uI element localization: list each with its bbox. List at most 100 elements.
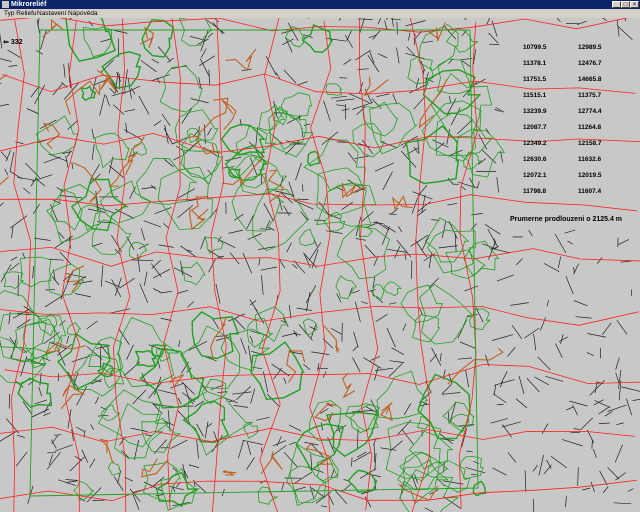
drainage-line <box>159 290 172 294</box>
drainage-line <box>100 264 104 287</box>
drainage-line <box>384 20 388 30</box>
drainage-line <box>54 444 73 452</box>
drainage-line <box>534 376 550 386</box>
drainage-line <box>287 22 299 41</box>
contour-line <box>135 157 198 205</box>
drainage-line <box>153 268 171 279</box>
drainage-line <box>17 176 35 181</box>
drainage-line <box>236 385 252 401</box>
drainage-line <box>194 130 199 136</box>
drainage-line <box>528 229 533 237</box>
contour-line <box>191 311 240 360</box>
drainage-line <box>576 20 587 26</box>
drainage-line <box>67 269 75 283</box>
drainage-line <box>151 58 160 64</box>
result-value-b: 11264.8 <box>578 124 602 131</box>
drainage-line <box>0 82 2 85</box>
drainage-line <box>356 451 367 458</box>
result-value-a: 12630.6 <box>523 156 547 163</box>
drainage-line <box>558 336 568 342</box>
drainage-line <box>470 473 477 476</box>
contour-line <box>9 321 55 364</box>
drainage-line <box>460 186 467 191</box>
drainage-line <box>484 224 501 235</box>
drainage-line <box>37 18 40 27</box>
ridge-line <box>210 20 227 512</box>
drainage-line <box>347 152 357 164</box>
drainage-line <box>240 338 247 355</box>
drainage-line <box>162 223 169 229</box>
drainage-line <box>204 421 209 439</box>
contour-line <box>335 275 358 300</box>
results-row: 11378.1 12476.7 <box>523 60 623 76</box>
valley-line <box>42 19 64 38</box>
drainage-line <box>126 344 134 360</box>
menu-nastaveni[interactable]: Nastavení <box>37 9 66 18</box>
title-bar[interactable]: Mikroreliéf _ □ × <box>0 0 640 9</box>
minimize-button[interactable]: _ <box>612 1 621 8</box>
drainage-line <box>283 451 298 468</box>
contour-line <box>19 256 52 288</box>
drainage-line <box>320 505 327 508</box>
contour-line <box>436 459 471 493</box>
drainage-line <box>352 345 358 352</box>
drainage-line <box>207 127 212 136</box>
contour-line <box>91 219 132 256</box>
drainage-line <box>48 454 54 466</box>
drainage-line <box>154 207 172 215</box>
drainage-line <box>412 191 433 200</box>
drainage-line <box>598 406 610 415</box>
drainage-line <box>541 423 549 435</box>
drainage-line <box>296 307 312 311</box>
drainage-line <box>490 418 508 424</box>
drainage-line <box>601 18 608 21</box>
drainage-line <box>335 98 355 102</box>
menu-napoveda[interactable]: Nápověda <box>68 9 98 18</box>
drainage-line <box>188 464 200 468</box>
drainage-line <box>153 120 162 127</box>
contour-line <box>201 378 228 405</box>
drainage-line <box>323 100 331 122</box>
drainage-line <box>492 467 507 476</box>
drainage-line <box>351 290 360 294</box>
drainage-line <box>242 252 253 274</box>
maximize-button[interactable]: □ <box>621 1 630 8</box>
drainage-line <box>570 431 581 434</box>
contour-line <box>417 373 471 440</box>
result-value-b: 14665.8 <box>578 76 602 83</box>
drainage-line <box>11 226 14 239</box>
drainage-line <box>164 124 169 144</box>
result-value-a: 12072.1 <box>523 172 547 179</box>
drainage-line <box>441 392 461 395</box>
drainage-line <box>330 468 335 478</box>
drainage-line <box>288 304 292 319</box>
drainage-line <box>20 356 28 377</box>
drainage-line <box>161 113 171 126</box>
drainage-line <box>373 443 376 463</box>
drainage-line <box>7 49 21 59</box>
drainage-line <box>544 263 560 273</box>
result-value-a: 11515.1 <box>523 92 547 99</box>
drainage-line <box>573 428 580 430</box>
valley-line <box>341 372 356 399</box>
drainage-line <box>561 439 583 447</box>
drainage-line <box>81 449 89 463</box>
drainage-line <box>492 334 514 341</box>
drainage-line <box>242 439 264 445</box>
app-icon <box>2 1 9 8</box>
contour-line <box>385 422 442 479</box>
drainage-line <box>15 451 28 467</box>
drainage-line <box>310 453 313 471</box>
close-button[interactable]: × <box>630 1 639 8</box>
drainage-line <box>364 244 377 258</box>
selected-count: ⇐ 332 <box>3 38 23 46</box>
result-value-b: 12019.5 <box>578 172 602 179</box>
drainage-line <box>258 258 261 266</box>
drainage-line <box>71 162 74 170</box>
menu-typ-reliefu[interactable]: Typ Reliefu <box>4 9 37 18</box>
drainage-line <box>419 308 423 316</box>
results-row: 13239.9 12774.4 <box>523 108 623 124</box>
app-window: Mikroreliéf _ □ × Typ Reliefu Nastavení … <box>0 0 640 512</box>
drainage-line <box>543 464 552 475</box>
drainage-line <box>94 396 100 405</box>
